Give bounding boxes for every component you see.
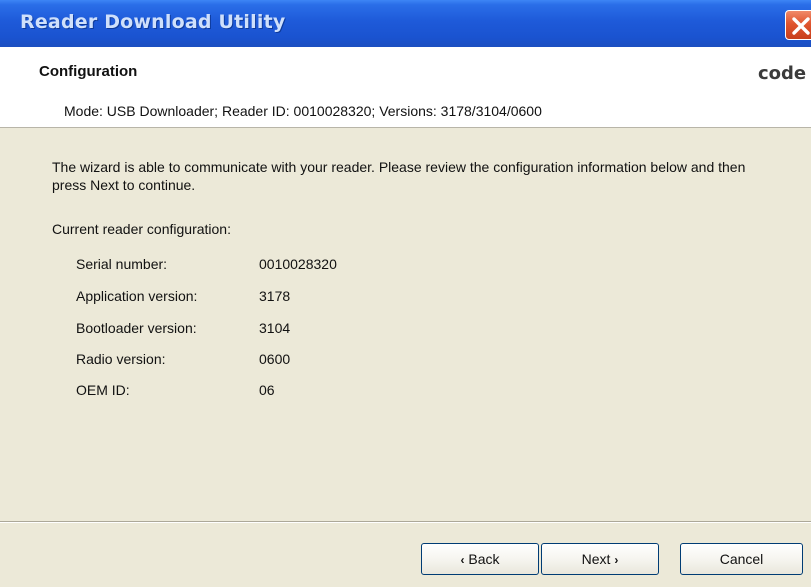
config-heading: Current reader configuration: bbox=[52, 221, 231, 237]
config-value: 3178 bbox=[259, 288, 291, 304]
config-row-radio: Radio version: 0600 bbox=[0, 351, 811, 371]
wizard-header: Configuration code Mode: USB Downloader;… bbox=[0, 47, 811, 128]
config-value: 0600 bbox=[259, 351, 291, 367]
config-key: Radio version: bbox=[76, 351, 166, 367]
config-key: Serial number: bbox=[76, 256, 168, 272]
close-button[interactable] bbox=[785, 10, 811, 40]
back-button-label: Back bbox=[468, 551, 500, 567]
config-value: 0010028320 bbox=[259, 256, 337, 272]
chevron-right-icon: › bbox=[614, 553, 619, 567]
intro-text: The wizard is able to communicate with y… bbox=[52, 159, 746, 193]
config-value: 06 bbox=[259, 382, 275, 398]
config-key: OEM ID: bbox=[76, 382, 130, 398]
cancel-button[interactable]: Cancel bbox=[680, 543, 803, 575]
mode-info: Mode: USB Downloader; Reader ID: 0010028… bbox=[64, 103, 542, 119]
title-bar[interactable]: Reader Download Utility bbox=[0, 0, 811, 47]
config-row-bootloader: Bootloader version: 3104 bbox=[0, 320, 811, 340]
chevron-left-icon: ‹ bbox=[460, 553, 465, 567]
next-button-label: Next bbox=[581, 551, 611, 567]
config-value: 3104 bbox=[259, 320, 291, 336]
close-icon bbox=[792, 17, 810, 35]
config-key: Bootloader version: bbox=[76, 320, 197, 336]
cancel-button-label: Cancel bbox=[719, 551, 764, 567]
config-row-application: Application version: 3178 bbox=[0, 288, 811, 308]
footer-divider bbox=[0, 521, 811, 523]
page-title: Configuration bbox=[39, 63, 138, 80]
next-button[interactable]: Next › bbox=[541, 543, 659, 575]
back-button[interactable]: ‹ Back bbox=[421, 543, 539, 575]
config-key: Application version: bbox=[76, 288, 198, 304]
window-title: Reader Download Utility bbox=[20, 11, 286, 33]
config-row-oem: OEM ID: 06 bbox=[0, 382, 811, 402]
brand-logo: code bbox=[758, 63, 807, 84]
config-row-serial: Serial number: 0010028320 bbox=[0, 256, 811, 276]
